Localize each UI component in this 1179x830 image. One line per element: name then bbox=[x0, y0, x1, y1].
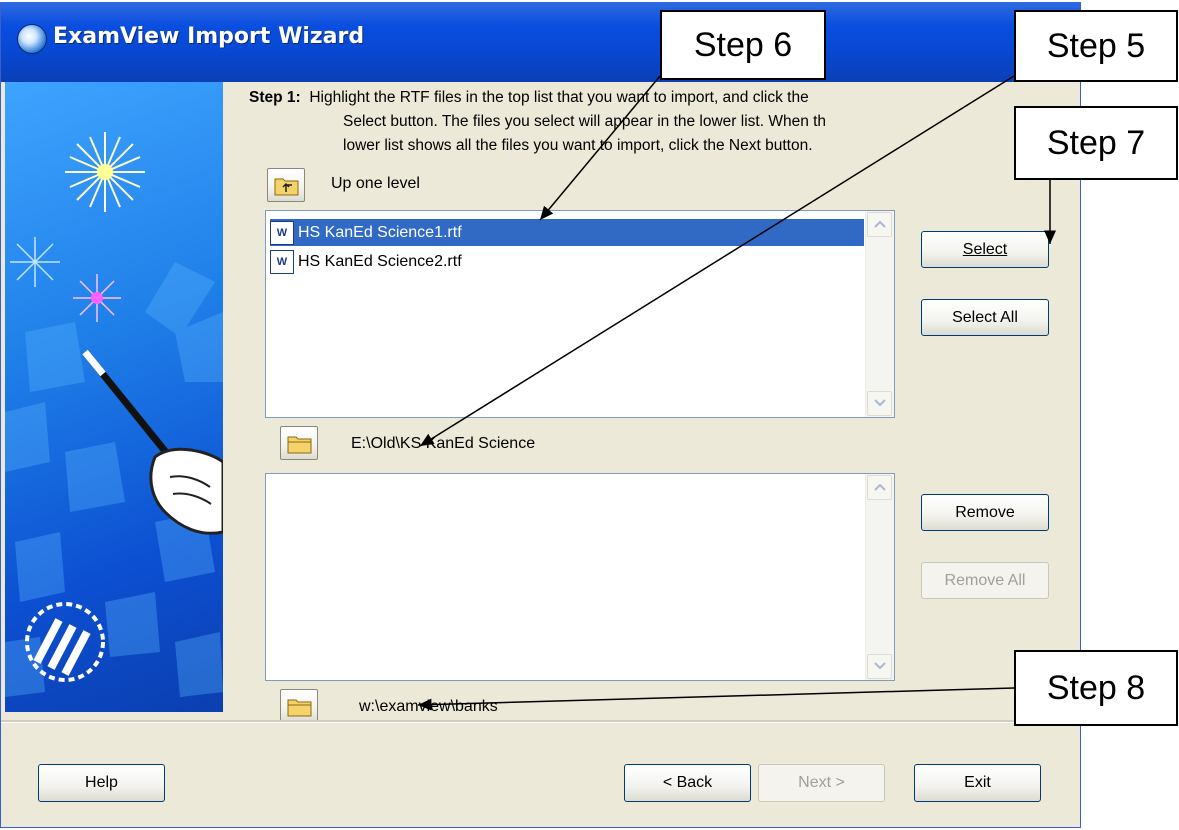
chevron-down-icon bbox=[874, 662, 886, 670]
source-file-list[interactable]: W HS KanEd Science1.rtf W HS KanEd Scien… bbox=[265, 210, 895, 418]
source-path: E:\Old\KS KanEd Science bbox=[351, 435, 536, 452]
chevron-up-icon bbox=[874, 220, 886, 228]
source-list-scrollbar[interactable] bbox=[865, 211, 894, 417]
chevron-up-icon bbox=[874, 483, 886, 491]
step5-callout: Step 5 bbox=[1014, 10, 1178, 82]
up-one-level-label: Up one level bbox=[331, 175, 420, 192]
word-document-icon: W bbox=[270, 220, 294, 245]
step6-callout: Step 6 bbox=[660, 10, 826, 80]
word-document-icon: W bbox=[270, 249, 294, 274]
step8-callout: Step 8 bbox=[1014, 650, 1178, 726]
help-button-label: Help bbox=[85, 774, 118, 791]
exit-button-label: Exit bbox=[964, 774, 991, 791]
instruction-line-1: Highlight the RTF files in the top list … bbox=[309, 89, 809, 106]
select-button-label: Select bbox=[962, 240, 1008, 258]
up-one-level-button[interactable] bbox=[267, 168, 305, 202]
scroll-up-button[interactable] bbox=[867, 475, 892, 500]
scroll-down-button[interactable] bbox=[867, 654, 892, 679]
next-button[interactable]: Next > bbox=[758, 764, 885, 802]
title-bar[interactable]: ExamView Import Wizard bbox=[1, 2, 1080, 82]
folder-icon bbox=[287, 699, 312, 717]
select-all-button[interactable]: Select All bbox=[921, 299, 1049, 336]
wizard-illustration bbox=[5, 132, 223, 697]
selected-file-list[interactable] bbox=[265, 473, 895, 681]
remove-all-button-label: Remove All bbox=[944, 571, 1026, 589]
list-item[interactable]: W HS KanEd Science1.rtf bbox=[270, 219, 864, 246]
instruction-line-2: Select button. The files you select will… bbox=[343, 113, 827, 130]
back-button-label: < Back bbox=[662, 774, 713, 791]
wizard-art-panel bbox=[5, 82, 223, 712]
selected-list-scrollbar[interactable] bbox=[865, 474, 894, 680]
step7-callout: Step 7 bbox=[1014, 106, 1178, 180]
exit-button[interactable]: Exit bbox=[914, 764, 1041, 802]
remove-button-label: Remove bbox=[955, 503, 1015, 521]
step-instructions: Step 1: Highlight the RTF files in the t… bbox=[249, 86, 1029, 158]
file-name: HS KanEd Science1.rtf bbox=[298, 223, 462, 241]
folder-up-icon bbox=[274, 178, 299, 196]
scroll-down-button[interactable] bbox=[867, 391, 892, 416]
remove-all-button[interactable]: Remove All bbox=[921, 562, 1049, 599]
window-title: ExamView Import Wizard bbox=[53, 24, 365, 49]
folder-icon bbox=[287, 436, 312, 454]
list-item[interactable]: W HS KanEd Science2.rtf bbox=[270, 248, 864, 275]
instruction-line-3: lower list shows all the files you want … bbox=[343, 137, 813, 154]
examview-app-icon bbox=[17, 24, 47, 54]
remove-button[interactable]: Remove bbox=[921, 494, 1049, 531]
source-folder-button[interactable] bbox=[280, 426, 318, 460]
file-name: HS KanEd Science2.rtf bbox=[298, 252, 462, 270]
help-button[interactable]: Help bbox=[38, 764, 165, 802]
scroll-up-button[interactable] bbox=[867, 212, 892, 237]
step-label: Step 1: bbox=[249, 89, 301, 106]
select-all-button-label: Select All bbox=[952, 308, 1018, 326]
select-button[interactable]: Select bbox=[921, 231, 1049, 268]
next-button-label: Next > bbox=[798, 774, 845, 791]
chevron-down-icon bbox=[874, 399, 886, 407]
footer-divider-highlight bbox=[1, 722, 1080, 723]
destination-folder-button[interactable] bbox=[280, 689, 318, 723]
back-button[interactable]: < Back bbox=[624, 764, 751, 802]
destination-path: w:\examview\banks bbox=[359, 698, 498, 715]
import-wizard-window: ExamView Import Wizard Step 1: Highlight… bbox=[0, 2, 1081, 828]
